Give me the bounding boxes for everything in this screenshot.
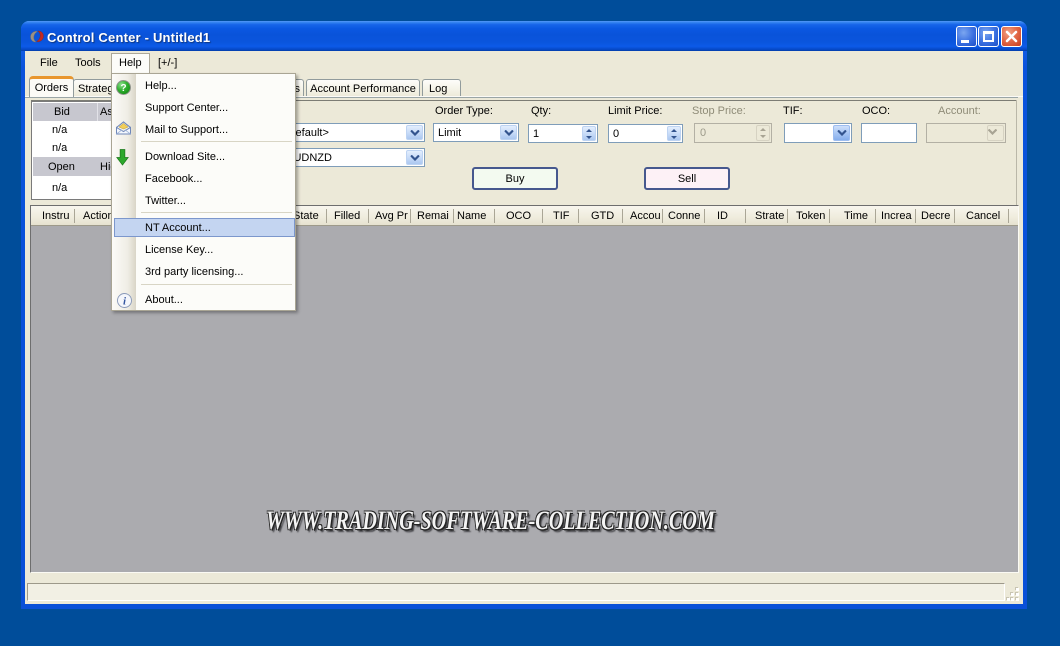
svg-text:?: ? [120, 83, 126, 94]
